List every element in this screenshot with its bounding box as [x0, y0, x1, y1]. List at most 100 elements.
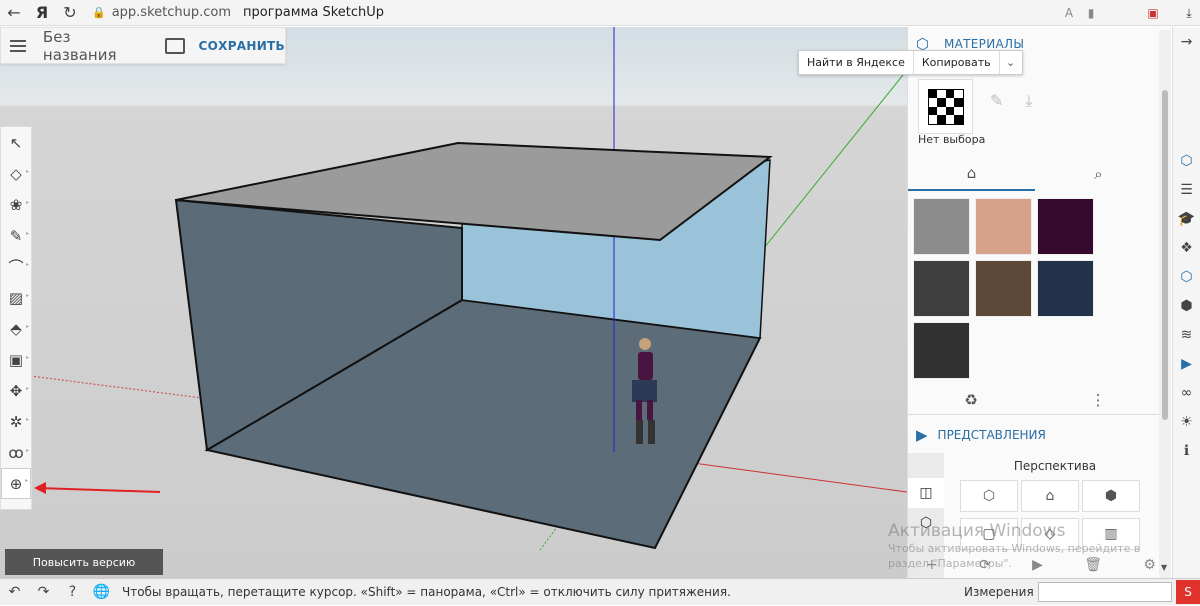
offset-tool-icon[interactable]: ▣▸	[1, 344, 31, 375]
context-popup: Найти в Яндексе Копировать ⌄	[798, 50, 1023, 75]
language-icon[interactable]: 🌐	[87, 579, 116, 606]
back-view-icon[interactable]: ◇	[1021, 518, 1079, 550]
entity-info-icon[interactable]: ⬡	[1173, 146, 1200, 175]
app-header: Без названия СОХРАНИТЬ	[0, 27, 286, 64]
view-grid: ⬡ ⌂ ⬢ ▢ ◇ ▥	[960, 480, 1140, 550]
chevron-down-icon[interactable]: ⌄	[1000, 51, 1022, 74]
scroll-thumb[interactable]	[1162, 90, 1168, 420]
materials-panel-icon[interactable]: ⬡	[1173, 262, 1200, 291]
browser-right-icons: A ▮ ▣ ⤓	[1058, 0, 1200, 26]
yandex-logo[interactable]: Я	[28, 0, 56, 26]
browser-bar: ← Я ↻ 🔒 app.sketchup.com программа Sketc…	[0, 0, 1200, 26]
rotate-tool-icon[interactable]: ✲▸	[1, 406, 31, 437]
scenes-icon[interactable]: ▶	[1173, 349, 1200, 378]
document-title[interactable]: Без названия	[43, 28, 149, 64]
redo-icon[interactable]: ↷	[29, 579, 58, 606]
material-swatch[interactable]	[913, 198, 970, 255]
material-swatch[interactable]	[1037, 260, 1094, 317]
back-arrow-icon[interactable]: ←	[0, 0, 28, 26]
home-tab-icon[interactable]: ⌂	[908, 157, 1035, 191]
reload-icon[interactable]: ↻	[56, 0, 84, 26]
orbit-tool-icon[interactable]: ⊕▸	[1, 468, 31, 499]
materials-title: МАТЕРИАЛЫ	[944, 37, 1024, 51]
status-bar: ↶ ↷ ? 🌐 Чтобы вращать, перетащите курсор…	[0, 578, 1200, 605]
material-preview	[918, 79, 973, 134]
sketchup-logo-icon[interactable]: S	[1176, 580, 1200, 604]
find-in-yandex-button[interactable]: Найти в Яндексе	[799, 51, 914, 74]
more-options-icon[interactable]: ⋮	[1091, 391, 1106, 409]
import-material-icon[interactable]: ⤓	[1025, 91, 1032, 111]
panel-scrollbar[interactable]	[1159, 30, 1171, 578]
push-pull-tool-icon[interactable]: ⬘▸	[1, 313, 31, 344]
selection-status: Нет выбора	[918, 133, 985, 146]
paint-tool-icon[interactable]: ❀▸	[1, 189, 31, 220]
settings-icon[interactable]: ⚙	[1143, 557, 1156, 573]
arc-tool-icon[interactable]: ⌒▸	[1, 251, 31, 282]
bookmark-icon[interactable]: ▮	[1080, 6, 1102, 20]
material-swatch[interactable]	[913, 260, 970, 317]
iso-view-icon[interactable]: ⬡	[960, 480, 1018, 512]
extension-icon[interactable]: ▣	[1142, 6, 1164, 20]
right-view-icon[interactable]: ⬢	[1082, 480, 1140, 512]
search-materials-tab-icon[interactable]: ⌕	[1035, 157, 1162, 191]
3d-viewport[interactable]	[0, 27, 907, 578]
folder-icon[interactable]	[165, 38, 185, 54]
views-bottom-toolbar: + ⟳ ▶ 🗑 ⚙	[926, 557, 1156, 573]
download-icon[interactable]: ⤓	[1178, 6, 1200, 21]
help-icon[interactable]: ?	[58, 579, 87, 606]
perspective-mode-icon[interactable]: ◫	[908, 478, 944, 508]
lock-icon: 🔒	[92, 6, 106, 19]
solar-icon[interactable]: ☀	[1173, 407, 1200, 436]
recycle-icon[interactable]: ♻	[964, 391, 977, 409]
pencil-tool-icon[interactable]: ✎▸	[1, 220, 31, 251]
views-header[interactable]: ▶ ПРЕДСТАВЛЕНИЯ	[908, 419, 1162, 451]
upgrade-button[interactable]: Повысить версию	[5, 549, 163, 575]
rectangle-tool-icon[interactable]: ▨▸	[1, 282, 31, 313]
measurements-label: Измерения	[964, 585, 1034, 599]
material-swatch[interactable]	[975, 260, 1032, 317]
move-tool-icon[interactable]: ✥▸	[1, 375, 31, 406]
material-swatches	[913, 198, 1100, 379]
top-view-icon[interactable]: ▢	[960, 518, 1018, 550]
select-tool-icon[interactable]: ↖	[1, 127, 31, 158]
menu-icon[interactable]	[1, 40, 35, 52]
play-icon[interactable]: ▶	[1032, 557, 1043, 573]
material-swatch[interactable]	[975, 198, 1032, 255]
components-icon[interactable]: ❖	[1173, 233, 1200, 262]
views-icon: ▶	[916, 426, 928, 444]
footprint-tool-icon[interactable]: ꝏ▸	[1, 437, 31, 468]
display-icon[interactable]: ∞	[1173, 378, 1200, 407]
layers-icon[interactable]: ≋	[1173, 320, 1200, 349]
collapse-panel-icon[interactable]: →	[1173, 27, 1200, 56]
scene-drawing	[0, 27, 907, 578]
front-view-icon[interactable]: ⌂	[1021, 480, 1079, 512]
copy-button[interactable]: Копировать	[914, 51, 1000, 74]
views-title: ПРЕДСТАВЛЕНИЯ	[938, 428, 1046, 442]
status-hint: Чтобы вращать, перетащите курсор. «Shift…	[122, 585, 731, 599]
update-view-icon[interactable]: ⟳	[979, 557, 991, 573]
undo-icon[interactable]: ↶	[0, 579, 29, 606]
edit-material-icon[interactable]: ✎	[990, 91, 1003, 111]
left-toolbar: ↖ ◇▸ ❀▸ ✎▸ ⌒▸ ▨▸ ⬘▸ ▣▸ ✥▸ ✲▸ ꝏ▸ ⊕▸	[0, 126, 32, 510]
red-pointer-arrow	[38, 488, 160, 492]
perspective-label: Перспектива	[948, 459, 1162, 473]
left-view-icon[interactable]: ▥	[1082, 518, 1140, 550]
translate-icon[interactable]: A	[1058, 6, 1080, 20]
page-title: программа SketchUp	[243, 5, 384, 20]
outliner-icon[interactable]: ☰	[1173, 175, 1200, 204]
eraser-tool-icon[interactable]: ◇▸	[1, 158, 31, 189]
delete-view-icon[interactable]: 🗑	[1084, 557, 1102, 573]
add-view-icon[interactable]: +	[926, 557, 938, 573]
material-actions: ✎ ⤓	[990, 91, 1032, 111]
url-domain[interactable]: app.sketchup.com	[112, 5, 231, 20]
instructor-icon[interactable]: 🎓	[1173, 204, 1200, 233]
styles-icon[interactable]: ⬢	[1173, 291, 1200, 320]
model-info-icon[interactable]: ℹ	[1173, 436, 1200, 465]
material-swatch[interactable]	[913, 322, 970, 379]
scroll-down-icon[interactable]: ▼	[1161, 563, 1167, 572]
save-button[interactable]: СОХРАНИТЬ	[199, 39, 285, 53]
material-swatch[interactable]	[1037, 198, 1094, 255]
measurements-input[interactable]	[1038, 582, 1172, 602]
iso-mode-icon[interactable]: ⬡	[908, 508, 944, 538]
checker-icon	[928, 89, 964, 125]
